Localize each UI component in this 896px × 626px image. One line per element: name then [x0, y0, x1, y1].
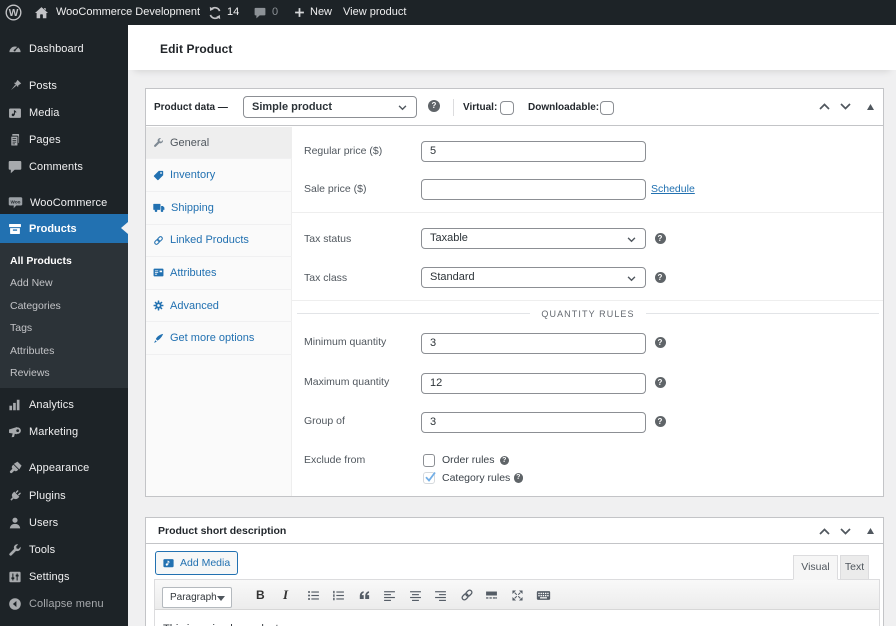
svg-text:Woo: Woo — [11, 199, 21, 204]
svg-text:W: W — [9, 8, 19, 19]
